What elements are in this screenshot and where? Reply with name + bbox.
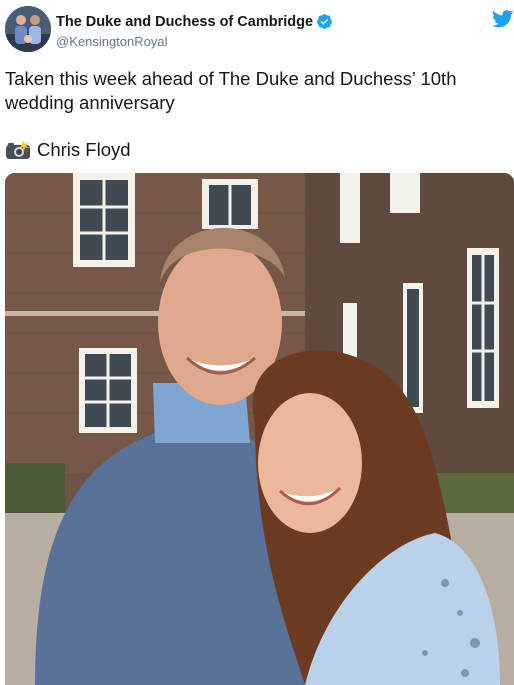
tweet-text: Taken this week ahead of The Duke and Du… — [5, 68, 457, 113]
tweet-photo[interactable] — [5, 173, 514, 685]
author-display-name[interactable]: The Duke and Duchess of Cambridge — [56, 14, 313, 30]
verified-badge-icon — [317, 14, 332, 29]
tweet-header: The Duke and Duchess of Cambridge @Kensi… — [5, 6, 514, 54]
twitter-bird-icon[interactable] — [492, 10, 514, 28]
author-avatar[interactable] — [5, 6, 51, 52]
avatar-image — [5, 6, 51, 52]
photo-image — [5, 173, 514, 685]
author-handle[interactable]: @KensingtonRoyal — [56, 34, 167, 49]
author-name-row: The Duke and Duchess of Cambridge — [56, 13, 333, 30]
photo-credit-name: Chris Floyd — [37, 139, 131, 160]
photo-credit: Chris Floyd — [5, 139, 131, 161]
camera-flash-icon — [6, 140, 30, 159]
